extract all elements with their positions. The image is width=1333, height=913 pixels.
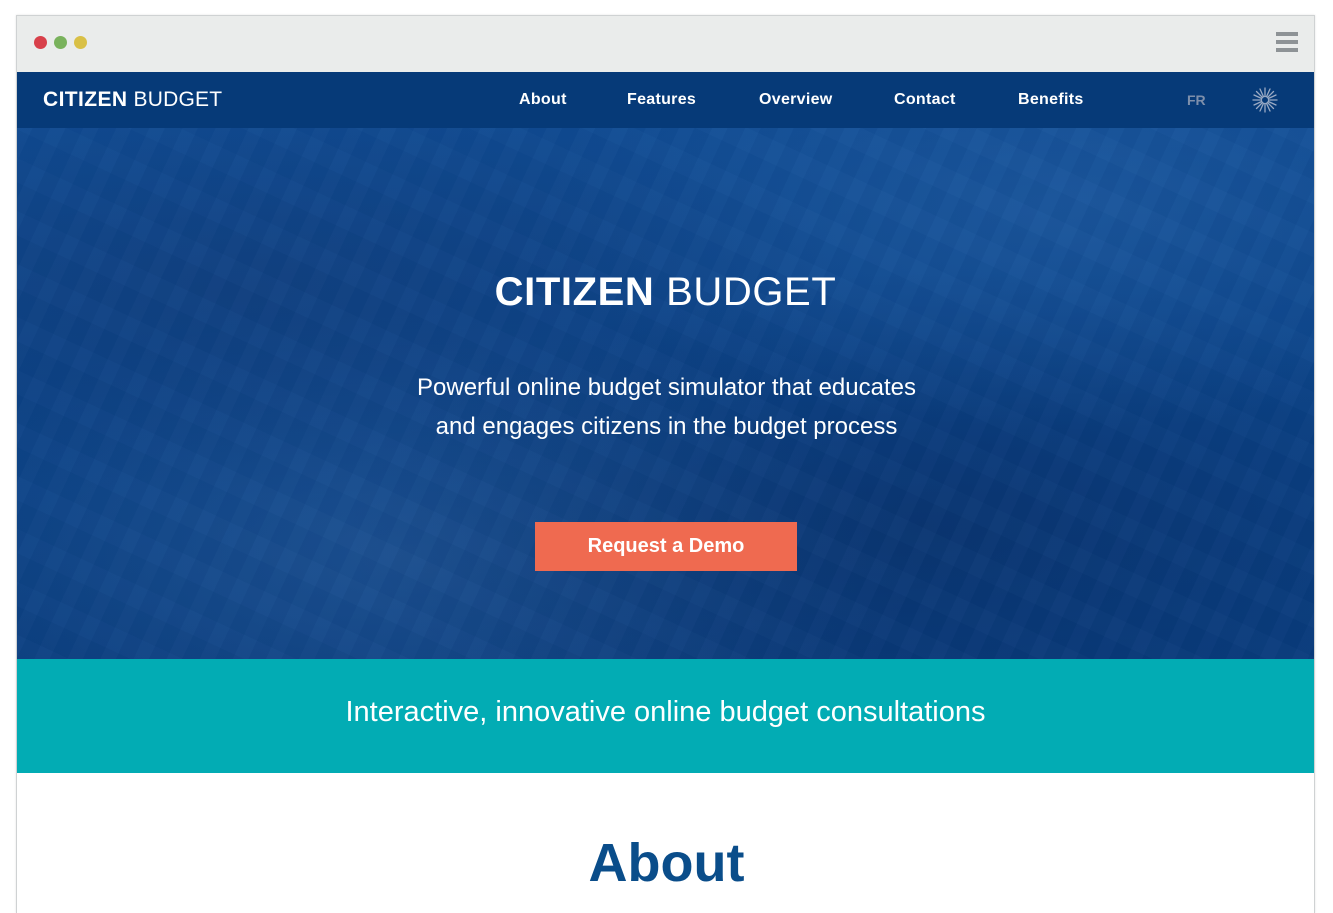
hero-title-bold: CITIZEN: [494, 270, 655, 314]
language-toggle[interactable]: FR: [1187, 92, 1206, 108]
tagline-band: Interactive, innovative online budget co…: [17, 659, 1314, 773]
minimize-window-icon[interactable]: [74, 36, 87, 49]
hero-subtitle-line-1: Powerful online budget simulator that ed…: [417, 374, 916, 401]
browser-window: CITIZEN BUDGET About Features Overview C…: [16, 15, 1315, 913]
close-window-icon[interactable]: [34, 36, 47, 49]
about-section-heading: About: [588, 833, 745, 893]
request-demo-button[interactable]: Request a Demo: [535, 522, 797, 571]
hero-title-light: BUDGET: [666, 270, 837, 314]
hamburger-menu-icon[interactable]: [1276, 32, 1298, 54]
nav-link-about[interactable]: About: [519, 91, 567, 109]
nav-link-features[interactable]: Features: [627, 91, 696, 109]
logo-light-text: BUDGET: [133, 88, 223, 111]
hero-subtitle-line-2: and engages citizens in the budget proce…: [435, 413, 898, 440]
logo-bold-text: CITIZEN: [43, 88, 128, 111]
star-burst-icon[interactable]: [1252, 87, 1278, 113]
window-chrome: [17, 16, 1314, 72]
hero-title: CITIZEN BUDGET: [17, 270, 1314, 315]
nav-link-overview[interactable]: Overview: [759, 91, 833, 109]
hero-section: CITIZEN BUDGET Powerful online budget si…: [17, 128, 1314, 659]
site-logo[interactable]: CITIZEN BUDGET: [43, 88, 222, 112]
nav-link-benefits[interactable]: Benefits: [1018, 91, 1084, 109]
hero-subtitle: Powerful online budget simulator that ed…: [317, 368, 1016, 446]
maximize-window-icon[interactable]: [54, 36, 67, 49]
site-navbar: CITIZEN BUDGET About Features Overview C…: [17, 72, 1314, 128]
nav-link-contact[interactable]: Contact: [894, 91, 956, 109]
tagline-text: Interactive, innovative online budget co…: [345, 696, 986, 728]
